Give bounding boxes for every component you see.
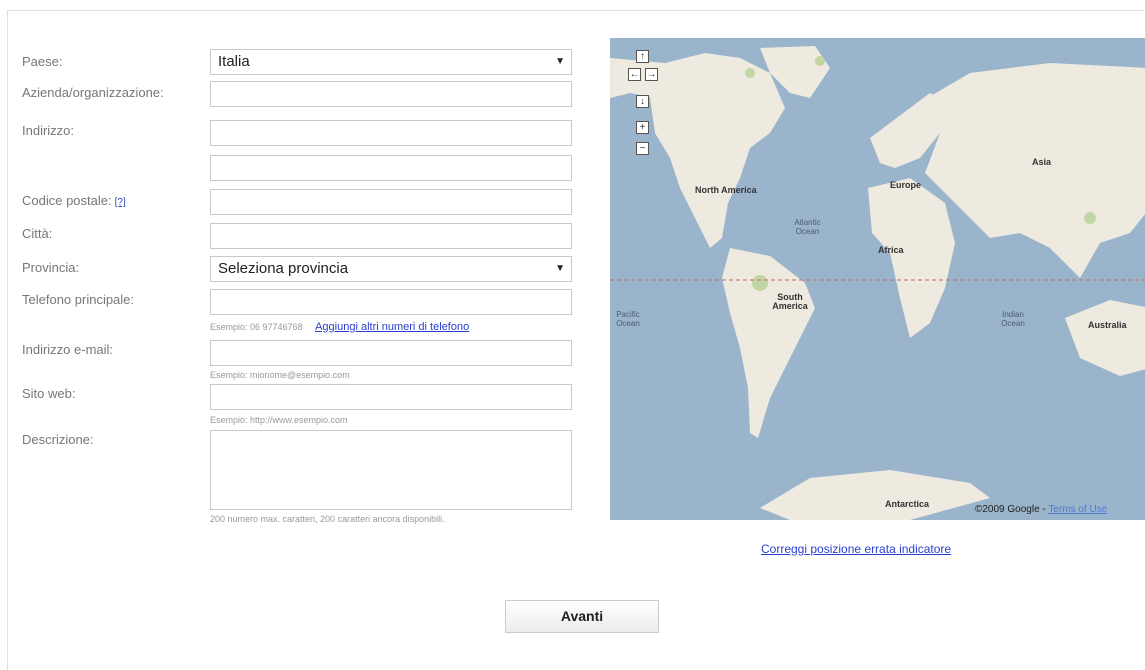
phone-hint-text: Esempio: 06 97746768	[210, 322, 303, 332]
map-label-south-america: South America	[772, 292, 808, 311]
country-label: Paese:	[22, 54, 63, 69]
email-input[interactable]	[210, 340, 572, 366]
map-label-indian: Indian Ocean	[1001, 310, 1025, 328]
zoom-in-icon[interactable]: +	[636, 121, 649, 134]
map-view[interactable]: North America South America Europe Asia …	[610, 38, 1145, 520]
map-label-australia: Australia	[1088, 320, 1127, 330]
terms-of-use-link[interactable]: Terms of Use	[1048, 504, 1107, 515]
org-input[interactable]	[210, 81, 572, 107]
map-label-pacific: Pacific Ocean	[616, 310, 640, 328]
copyright-text: ©2009 Google -	[975, 504, 1049, 515]
map-label-africa: Africa	[878, 245, 904, 255]
postal-input[interactable]	[210, 189, 572, 215]
address-label: Indirizzo:	[22, 123, 75, 138]
map-label-antarctica: Antarctica	[885, 499, 930, 509]
city-label: Città:	[22, 226, 53, 241]
map-copyright: ©2009 Google - Terms of Use	[975, 504, 1107, 515]
phone-input[interactable]	[210, 289, 572, 315]
email-hint: Esempio: mionome@esempio.com	[210, 370, 350, 380]
website-input[interactable]	[210, 384, 572, 410]
website-hint: Esempio: http://www.esempio.com	[210, 415, 348, 425]
country-select[interactable]: Italia ▼	[210, 49, 572, 75]
map-label-north-america: North America	[695, 185, 757, 195]
description-hint: 200 numero max. caratteri, 200 caratteri…	[210, 514, 445, 524]
world-map	[610, 38, 1145, 520]
postal-label-text: Codice postale:	[22, 193, 112, 208]
province-select-value: Seleziona provincia	[218, 260, 349, 277]
add-phone-link[interactable]: Aggiungi altri numeri di telefono	[315, 321, 469, 333]
map-label-atlantic: Atlantic Ocean	[794, 218, 821, 236]
map-label-asia: Asia	[1032, 157, 1052, 167]
phone-label: Telefono principale:	[22, 292, 135, 307]
pan-up-icon[interactable]: ↑	[636, 50, 649, 63]
country-select-value: Italia	[218, 53, 250, 70]
email-label: Indirizzo e-mail:	[22, 342, 114, 357]
province-label: Provincia:	[22, 260, 80, 275]
fix-marker-link[interactable]: Correggi posizione errata indicatore	[761, 542, 951, 556]
org-label: Azienda/organizzazione:	[22, 85, 164, 100]
city-input[interactable]	[210, 223, 572, 249]
pan-down-icon[interactable]: ↓	[636, 95, 649, 108]
zoom-out-icon[interactable]: −	[636, 142, 649, 155]
province-select[interactable]: Seleziona provincia ▼	[210, 256, 572, 282]
postal-help-link[interactable]: [?]	[115, 197, 126, 208]
phone-hint: Esempio: 06 97746768 Aggiungi altri nume…	[210, 321, 469, 333]
next-button[interactable]: Avanti	[505, 600, 659, 633]
chevron-down-icon: ▼	[555, 56, 565, 67]
website-label: Sito web:	[22, 386, 76, 401]
postal-label: Codice postale: [?]	[22, 193, 126, 208]
description-textarea[interactable]	[210, 430, 572, 510]
pan-left-icon[interactable]: ←	[628, 68, 641, 81]
chevron-down-icon: ▼	[555, 263, 565, 274]
address-line2-input[interactable]	[210, 155, 572, 181]
pan-right-icon[interactable]: →	[645, 68, 658, 81]
map-label-europe: Europe	[890, 180, 922, 190]
address-line1-input[interactable]	[210, 120, 572, 146]
description-label: Descrizione:	[22, 432, 94, 447]
